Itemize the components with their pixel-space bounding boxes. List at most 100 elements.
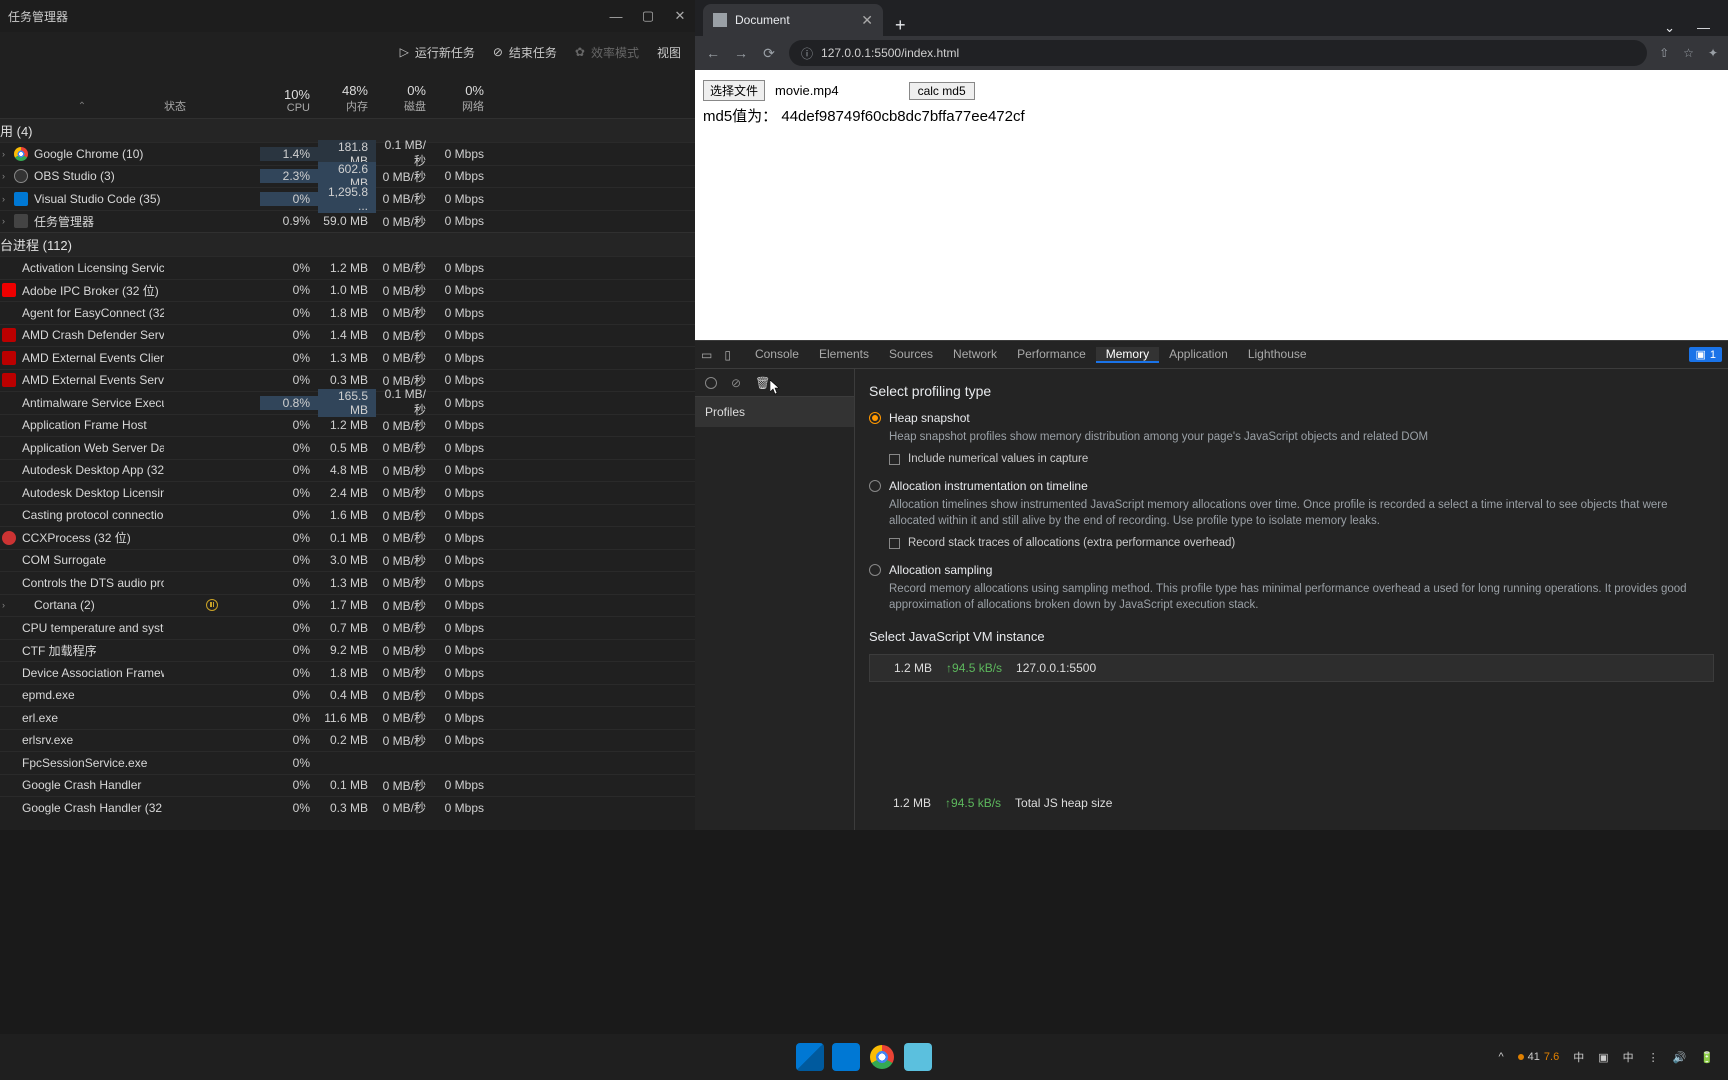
checkbox-icon[interactable] <box>889 538 900 549</box>
table-row[interactable]: AMD External Events Client ...0%1.3 MB0 … <box>0 346 695 369</box>
table-row[interactable]: ›Google Chrome (10)1.4%181.8 MB0.1 MB/秒0… <box>0 142 695 165</box>
tab-memory[interactable]: Memory <box>1096 347 1159 363</box>
reload-icon[interactable]: ⟳ <box>761 45 777 62</box>
process-list[interactable]: 用 (4) ›Google Chrome (10)1.4%181.8 MB0.1… <box>0 118 695 830</box>
apps-group-header[interactable]: 用 (4) <box>0 118 695 142</box>
new-task-button[interactable]: ▷ 运行新任务 <box>400 44 475 61</box>
table-row[interactable]: Google Crash Handler (32 位)0%0.3 MB0 MB/… <box>0 796 695 819</box>
expand-chevron-icon[interactable]: › <box>2 194 5 204</box>
checkbox-numerical-values[interactable]: Include numerical values in capture <box>889 453 1714 465</box>
table-row[interactable]: Application Frame Host0%1.2 MB0 MB/秒0 Mb… <box>0 414 695 437</box>
table-row[interactable]: CPU temperature and syste...0%0.7 MB0 MB… <box>0 616 695 639</box>
ime-indicator-2[interactable]: 中 <box>1623 1049 1634 1065</box>
notification-icon[interactable]: ▣ <box>1598 1051 1608 1064</box>
expand-chevron-icon[interactable]: › <box>2 149 5 159</box>
vm-instance-row[interactable]: 1.2 MB ↑94.5 kB/s 127.0.0.1:5500 <box>869 654 1714 682</box>
titlebar[interactable]: 任务管理器 — ▢ ✕ <box>0 0 695 32</box>
site-info-icon[interactable]: ⓘ <box>801 45 813 62</box>
calc-md5-button[interactable]: calc md5 <box>909 82 975 100</box>
table-row[interactable]: Antimalware Service Executa...0.8%165.5 … <box>0 391 695 414</box>
table-row[interactable]: ›Cortana (2)0%1.7 MB0 MB/秒0 Mbps <box>0 594 695 617</box>
network-header[interactable]: 0%网络 <box>434 83 492 114</box>
forward-icon[interactable]: → <box>733 45 749 61</box>
tab-close-icon[interactable]: ✕ <box>861 12 873 29</box>
minimize-icon[interactable]: — <box>1697 20 1710 36</box>
table-row[interactable]: Controls the DTS audio proc...0%1.3 MB0 … <box>0 571 695 594</box>
expand-chevron-icon[interactable]: › <box>2 216 5 226</box>
trash-icon[interactable]: 🗑 <box>755 376 770 390</box>
tab-elements[interactable]: Elements <box>809 347 879 361</box>
memory-header[interactable]: 48%内存 <box>318 83 376 114</box>
choose-file-button[interactable]: 选择文件 <box>703 80 765 101</box>
back-icon[interactable]: ← <box>705 45 721 61</box>
table-row[interactable]: Device Association Framewo...0%1.8 MB0 M… <box>0 661 695 684</box>
close-icon[interactable]: ✕ <box>673 9 687 23</box>
inspect-icon[interactable]: ▭ <box>701 348 712 362</box>
tab-document[interactable]: Document ✕ <box>703 4 883 36</box>
table-row[interactable]: erl.exe0%11.6 MB0 MB/秒0 Mbps <box>0 706 695 729</box>
battery-icon[interactable]: 🔋 <box>1700 1051 1714 1064</box>
sort-chevron-icon[interactable]: ⌃ <box>0 101 164 112</box>
table-row[interactable]: CCXProcess (32 位)0%0.1 MB0 MB/秒0 Mbps <box>0 526 695 549</box>
table-row[interactable]: COM Surrogate0%3.0 MB0 MB/秒0 Mbps <box>0 549 695 572</box>
tab-performance[interactable]: Performance <box>1007 347 1096 361</box>
tab-application[interactable]: Application <box>1159 347 1238 361</box>
tab-bar[interactable]: Document ✕ + ⌄ — <box>695 0 1728 36</box>
table-row[interactable]: FpcSessionService.exe0% <box>0 751 695 774</box>
minimize-icon[interactable]: — <box>609 9 623 23</box>
system-tray[interactable]: ^ 41 7.6 中 ▣ 中 ⋮ 🔊 🔋 <box>1484 1049 1728 1065</box>
view-button[interactable]: 视图 <box>657 44 681 61</box>
table-row[interactable]: erlsrv.exe0%0.2 MB0 MB/秒0 Mbps <box>0 729 695 752</box>
chevron-down-icon[interactable]: ⌄ <box>1664 20 1675 36</box>
table-row[interactable]: epmd.exe0%0.4 MB0 MB/秒0 Mbps <box>0 684 695 707</box>
radio-heap-snapshot[interactable]: Heap snapshot <box>869 411 1714 425</box>
tab-network[interactable]: Network <box>943 347 1007 361</box>
table-row[interactable]: AMD External Events Service...0%0.3 MB0 … <box>0 369 695 392</box>
sidebar-item-profiles[interactable]: Profiles <box>695 397 854 427</box>
volume-icon[interactable]: 🔊 <box>1673 1051 1687 1064</box>
table-row[interactable]: ›任务管理器0.9%59.0 MB0 MB/秒0 Mbps <box>0 210 695 233</box>
table-row[interactable]: ›Visual Studio Code (35)0%1,295.8 ...0 M… <box>0 187 695 210</box>
table-row[interactable]: Adobe IPC Broker (32 位)0%1.0 MB0 MB/秒0 M… <box>0 279 695 302</box>
disk-header[interactable]: 0%磁盘 <box>376 83 434 114</box>
table-row[interactable]: AMD Crash Defender Service0%1.4 MB0 MB/秒… <box>0 324 695 347</box>
table-row[interactable]: Google Crash Handler0%0.1 MB0 MB/秒0 Mbps <box>0 774 695 797</box>
end-task-button[interactable]: ⊘ 结束任务 <box>493 44 557 61</box>
url-input[interactable]: ⓘ 127.0.0.1:5500/index.html <box>789 40 1647 66</box>
wifi-icon[interactable]: ⋮ <box>1648 1051 1659 1064</box>
radio-icon[interactable] <box>869 412 881 424</box>
radio-allocation-timeline[interactable]: Allocation instrumentation on timeline <box>869 479 1714 493</box>
background-group-header[interactable]: 台进程 (112) <box>0 232 695 256</box>
expand-chevron-icon[interactable]: › <box>2 600 5 610</box>
checkbox-stack-traces[interactable]: Record stack traces of allocations (extr… <box>889 537 1714 549</box>
table-row[interactable]: Application Web Server Dae...0%0.5 MB0 M… <box>0 436 695 459</box>
taskbar-notepad[interactable] <box>904 1043 932 1071</box>
clear-icon[interactable]: ⊘ <box>731 376 741 390</box>
expand-chevron-icon[interactable]: › <box>2 171 5 181</box>
ime-indicator[interactable]: 中 <box>1573 1049 1584 1065</box>
start-button[interactable] <box>796 1043 824 1071</box>
taskbar[interactable]: ^ 41 7.6 中 ▣ 中 ⋮ 🔊 🔋 <box>0 1034 1728 1080</box>
table-row[interactable]: Autodesk Desktop App (32 ...0%4.8 MB0 MB… <box>0 459 695 482</box>
table-row[interactable]: Casting protocol connection ...0%1.6 MB0… <box>0 504 695 527</box>
radio-icon[interactable] <box>869 480 881 492</box>
bookmark-icon[interactable]: ☆ <box>1683 46 1694 60</box>
table-row[interactable]: CTF 加载程序0%9.2 MB0 MB/秒0 Mbps <box>0 639 695 662</box>
taskbar-chrome[interactable] <box>868 1043 896 1071</box>
device-icon[interactable]: ▯ <box>724 348 731 362</box>
maximize-icon[interactable]: ▢ <box>641 9 655 23</box>
table-row[interactable]: ›OBS Studio (3)2.3%602.6 MB0 MB/秒0 Mbps <box>0 165 695 188</box>
new-tab-button[interactable]: + <box>883 15 918 36</box>
cpu-header[interactable]: 10%CPU <box>260 87 318 114</box>
checkbox-icon[interactable] <box>889 454 900 465</box>
radio-icon[interactable] <box>869 564 881 576</box>
radio-allocation-sampling[interactable]: Allocation sampling <box>869 563 1714 577</box>
table-row[interactable]: Activation Licensing Service (...0%1.2 M… <box>0 256 695 279</box>
issues-badge[interactable]: ▣ 1 <box>1689 347 1722 362</box>
tab-sources[interactable]: Sources <box>879 347 943 361</box>
tab-lighthouse[interactable]: Lighthouse <box>1238 347 1317 361</box>
weather-widget[interactable]: 41 7.6 <box>1518 1051 1560 1063</box>
tray-chevron-icon[interactable]: ^ <box>1498 1051 1503 1063</box>
tab-console[interactable]: Console <box>745 347 809 361</box>
status-header[interactable]: 状态 <box>164 98 260 114</box>
